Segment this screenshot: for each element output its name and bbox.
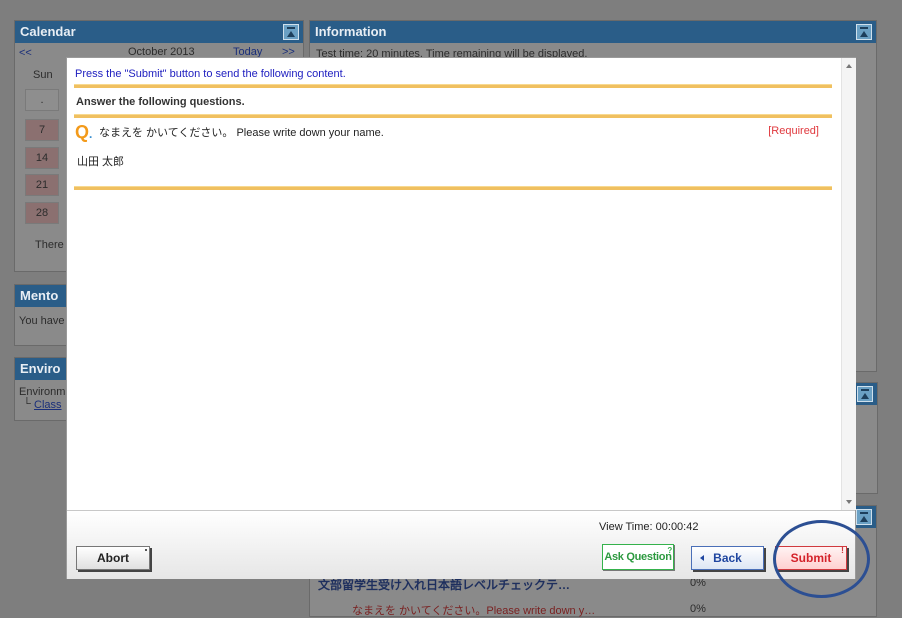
divider — [74, 114, 832, 118]
ask-question-button[interactable]: Ask Question — [602, 539, 674, 570]
required-label: [Required] — [768, 125, 819, 137]
environment-tree-glyph: └ — [23, 398, 31, 410]
weekday-sun: Sun — [33, 69, 53, 81]
dialog-content: Press the "Submit" button to send the fo… — [67, 58, 841, 510]
collapse-icon[interactable] — [856, 24, 872, 40]
environment-title: Enviro — [20, 361, 61, 376]
information-title: Information — [315, 24, 387, 39]
scroll-down-icon[interactable] — [846, 500, 852, 504]
mentor-title: Mento — [20, 288, 59, 303]
collapse-icon[interactable] — [856, 509, 872, 525]
question-text: なまえを かいてください。 Please write down your nam… — [99, 127, 384, 139]
calendar-day[interactable]: 7 — [25, 119, 59, 141]
calendar-day[interactable]: 28 — [25, 202, 59, 224]
scroll-up-icon[interactable] — [846, 64, 852, 68]
dialog-footer: View Time: 00:00:42 Abort Ask Question B… — [67, 510, 855, 579]
collapse-icon[interactable] — [283, 24, 299, 40]
answer-value: 山田 太郎 — [77, 156, 125, 168]
information-header: Information — [310, 21, 876, 43]
task-item-text: なまえを かいてください。Please write down y… — [352, 605, 596, 617]
question-icon: Q. — [75, 122, 93, 142]
calendar-day[interactable]: 21 — [25, 174, 59, 196]
section-title: Answer the following questions. — [76, 96, 245, 108]
back-arrow-icon — [700, 555, 704, 561]
view-time: View Time: 00:00:42 — [599, 521, 699, 533]
environment-line: Environm — [19, 386, 66, 398]
class-link[interactable]: Class — [34, 399, 62, 411]
prev-month-link[interactable]: << — [19, 47, 32, 59]
back-button[interactable]: Back — [691, 546, 764, 570]
divider — [74, 84, 832, 88]
submit-confirmation-dialog: Press the "Submit" button to send the fo… — [66, 57, 856, 579]
highlight-circle — [773, 520, 870, 598]
mentor-text: You have — [19, 315, 65, 327]
dialog-scrollbar[interactable] — [841, 58, 856, 510]
divider — [74, 186, 832, 190]
calendar-title: Calendar — [20, 24, 76, 39]
calendar-day[interactable]: . — [25, 89, 59, 111]
calendar-day[interactable]: 14 — [25, 147, 59, 169]
abort-button[interactable]: Abort — [76, 546, 150, 570]
calendar-header: Calendar — [15, 21, 303, 43]
calendar-footer-text: There — [35, 239, 64, 251]
task-item-percent: 0% — [690, 603, 706, 615]
submit-notice: Press the "Submit" button to send the fo… — [75, 68, 346, 80]
collapse-icon[interactable] — [857, 386, 873, 402]
back-label: Back — [713, 551, 742, 565]
